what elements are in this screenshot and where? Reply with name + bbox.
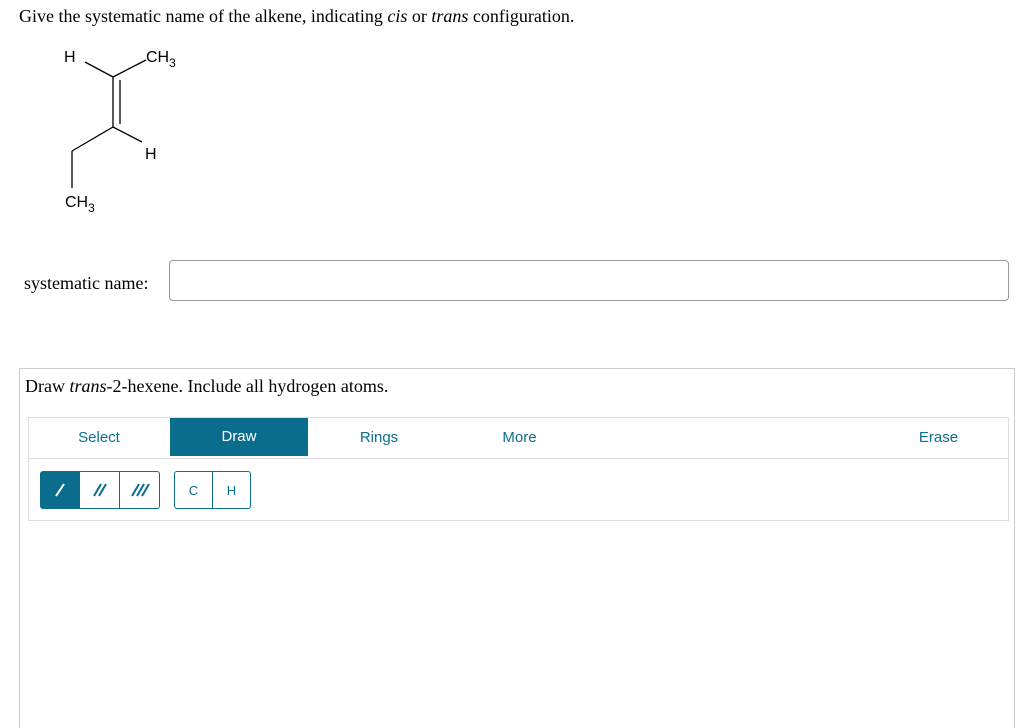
- systematic-name-label: systematic name:: [24, 273, 149, 293]
- bond-h-bottom: [112, 126, 143, 143]
- bond-tools: [40, 471, 160, 509]
- alkene-structure: H CH3 H CH3: [64, 49, 176, 215]
- question-text-end: configuration.: [468, 6, 575, 26]
- bond-ch3-top: [112, 59, 147, 78]
- double-bond-icon: [92, 483, 107, 497]
- double-bond-button[interactable]: [80, 471, 120, 509]
- toolbar-tabs: Select Draw Rings More Erase: [29, 418, 1008, 459]
- tab-erase[interactable]: Erase: [869, 418, 1008, 458]
- draw-prompt-text: Draw: [25, 376, 70, 396]
- bond-ethyl: [71, 126, 114, 152]
- atom-h-button[interactable]: H: [212, 471, 251, 509]
- trans-term-draw: trans: [69, 376, 107, 396]
- triple-bond-button[interactable]: [120, 471, 160, 509]
- tab-draw[interactable]: Draw: [170, 418, 308, 456]
- drawing-toolbar: Select Draw Rings More Erase C H: [28, 417, 1009, 521]
- single-bond-button[interactable]: [40, 471, 80, 509]
- tab-select[interactable]: Select: [29, 418, 169, 458]
- drawing-panel: Draw trans-2-hexene. Include all hydroge…: [19, 368, 1015, 728]
- question-text-or: or: [407, 6, 432, 26]
- bond-h-top: [84, 61, 114, 78]
- atom-label-h-bottom: H: [145, 146, 157, 163]
- single-bond-icon: [55, 483, 65, 497]
- systematic-name-input[interactable]: [169, 260, 1009, 301]
- atom-label-ch3-top: CH3: [146, 49, 176, 70]
- atom-label-h-top: H: [64, 49, 76, 66]
- atom-label-ch3-bottom: CH3: [65, 194, 95, 215]
- atom-c-button[interactable]: C: [174, 471, 213, 509]
- tab-rings[interactable]: Rings: [309, 418, 449, 458]
- tab-more[interactable]: More: [450, 418, 589, 458]
- triple-bond-icon: [130, 483, 150, 497]
- draw-prompt-text-end: -2-hexene. Include all hydrogen atoms.: [106, 376, 389, 396]
- atom-tools: C H: [174, 471, 251, 509]
- trans-term: trans: [431, 6, 469, 26]
- cis-term: cis: [387, 6, 408, 26]
- draw-prompt: Draw trans-2-hexene. Include all hydroge…: [25, 376, 388, 397]
